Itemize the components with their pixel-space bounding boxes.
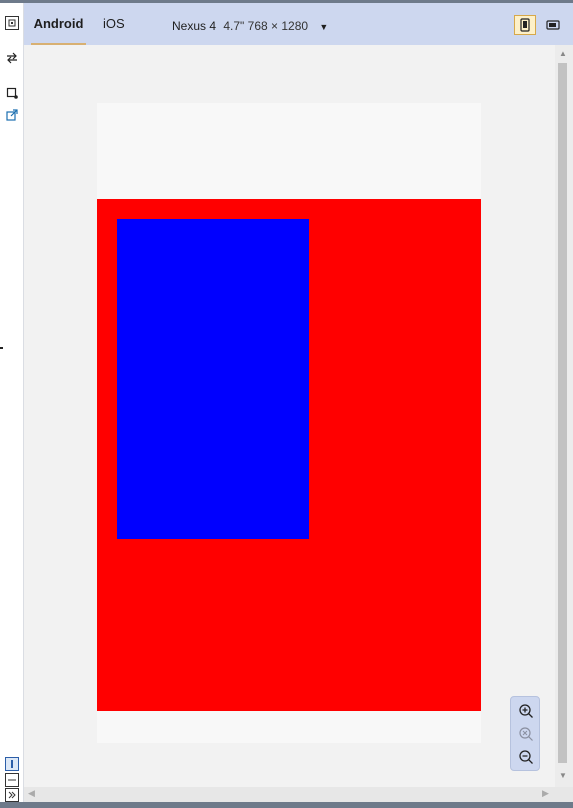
blue-block xyxy=(117,219,309,539)
device-toolbar: Android iOS Nexus 4 4.7" 768 × 1280 ▼ xyxy=(24,3,573,45)
phone-portrait-icon xyxy=(520,18,530,32)
device-screen[interactable] xyxy=(97,103,481,743)
zoom-reset-icon xyxy=(519,727,533,741)
tab-android[interactable]: Android xyxy=(31,3,86,45)
zoom-out-button[interactable] xyxy=(516,747,536,767)
scroll-down-icon[interactable]: ▼ xyxy=(559,771,567,780)
screenshot-icon[interactable] xyxy=(5,86,19,100)
landscape-button[interactable] xyxy=(542,15,564,35)
emulation-toggle-icon[interactable] xyxy=(5,16,19,30)
chevron-down-icon: ▼ xyxy=(319,22,329,32)
dock-minimize-icon[interactable] xyxy=(5,773,19,787)
window-frame-bottom xyxy=(0,802,573,808)
device-name: Nexus 4 xyxy=(172,19,217,33)
device-select[interactable]: Nexus 4 4.7" 768 × 1280 ▼ xyxy=(172,3,328,45)
vertical-scrollbar[interactable]: ▲ ▼ xyxy=(555,45,573,787)
horizontal-scrollbar[interactable]: ◀ ▶ xyxy=(24,787,573,802)
expand-icon[interactable] xyxy=(5,788,19,802)
portrait-button[interactable] xyxy=(514,15,536,35)
zoom-out-icon xyxy=(519,750,533,764)
scroll-up-icon[interactable]: ▲ xyxy=(559,49,567,58)
side-marker xyxy=(0,347,3,349)
zoom-controls xyxy=(510,696,540,771)
popout-icon[interactable] xyxy=(5,108,19,122)
zoom-reset-button[interactable] xyxy=(516,724,536,744)
dock-bottom-icon[interactable] xyxy=(5,757,19,771)
emulator-viewport xyxy=(24,45,555,787)
red-block xyxy=(97,199,481,711)
left-tool-rail xyxy=(0,3,24,802)
swap-icon[interactable] xyxy=(5,51,19,65)
scroll-left-icon[interactable]: ◀ xyxy=(28,788,35,799)
scroll-right-icon[interactable]: ▶ xyxy=(542,788,549,799)
phone-landscape-icon xyxy=(546,20,560,30)
zoom-in-icon xyxy=(519,704,533,718)
vertical-scroll-thumb[interactable] xyxy=(558,63,567,763)
zoom-in-button[interactable] xyxy=(516,701,536,721)
device-spec: 4.7" 768 × 1280 xyxy=(223,19,309,33)
tab-ios[interactable]: iOS xyxy=(103,3,125,45)
